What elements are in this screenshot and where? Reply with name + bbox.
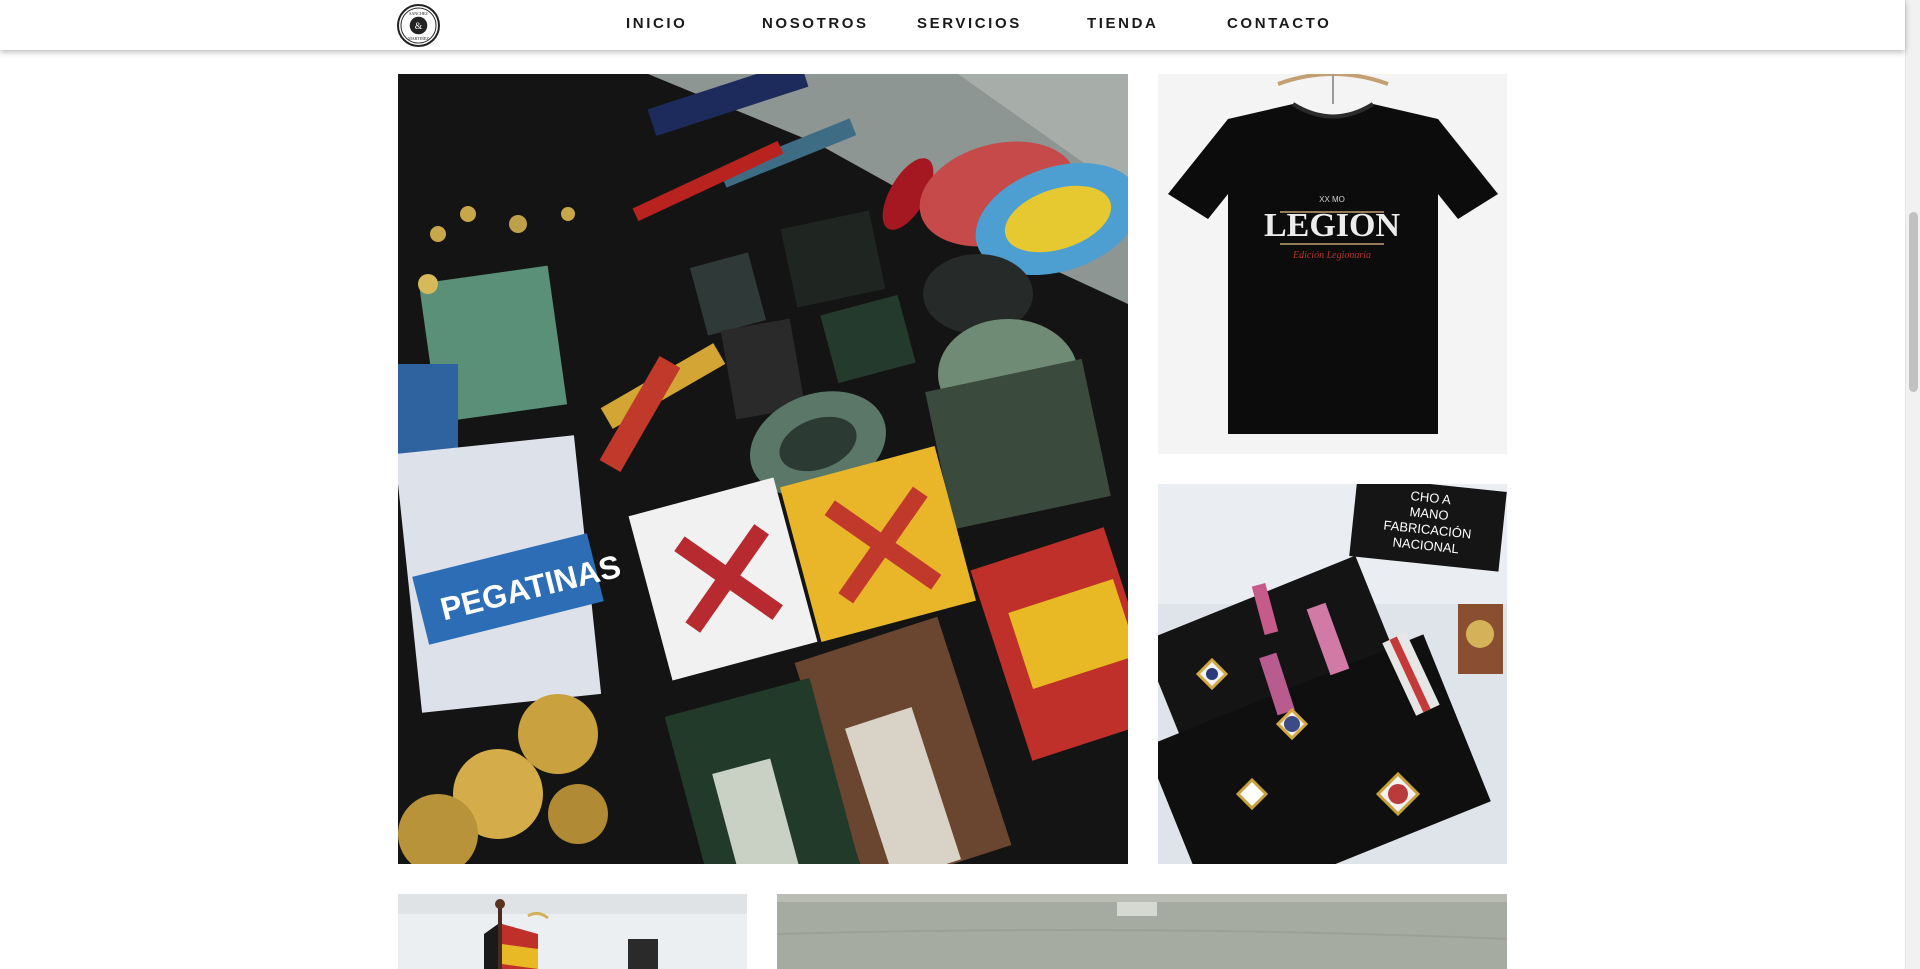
svg-text:SANCHEZ: SANCHEZ	[409, 11, 428, 16]
page-scrollbar[interactable]	[1905, 0, 1920, 969]
gallery-image-grey-garment[interactable]	[777, 894, 1507, 969]
nav-contacto[interactable]: CONTACTO	[1227, 15, 1331, 32]
nav-tienda[interactable]: TIENDA	[1087, 15, 1158, 32]
brand-logo[interactable]: SANCHEZ & MARTINEZ	[397, 4, 440, 47]
gallery-image-flag-stand[interactable]	[398, 894, 747, 969]
svg-text:XX MO: XX MO	[1319, 195, 1345, 204]
svg-text:Edición Legionaria: Edición Legionaria	[1292, 250, 1371, 261]
svg-text:MARTINEZ: MARTINEZ	[408, 36, 429, 41]
gallery-image-patches[interactable]: PEGATINAS	[398, 74, 1128, 864]
scrollbar-thumb[interactable]	[1909, 212, 1918, 392]
brand-logo-emblem: SANCHEZ & MARTINEZ	[400, 7, 437, 44]
nav-nosotros[interactable]: NOSOTROS	[762, 15, 869, 32]
gallery-image-legion-tshirt[interactable]: XX MO LEGION Edición Legionaria	[1158, 74, 1507, 454]
svg-text:&: &	[415, 21, 423, 32]
gallery-image-medals[interactable]: CHO A MANO FABRICACIÓN NACIONAL	[1158, 484, 1507, 864]
top-navbar: SANCHEZ & MARTINEZ INICIO NOSOTROS SERVI…	[0, 0, 1905, 50]
nav-inicio[interactable]: INICIO	[626, 15, 687, 32]
nav-servicios[interactable]: SERVICIOS	[917, 15, 1022, 32]
